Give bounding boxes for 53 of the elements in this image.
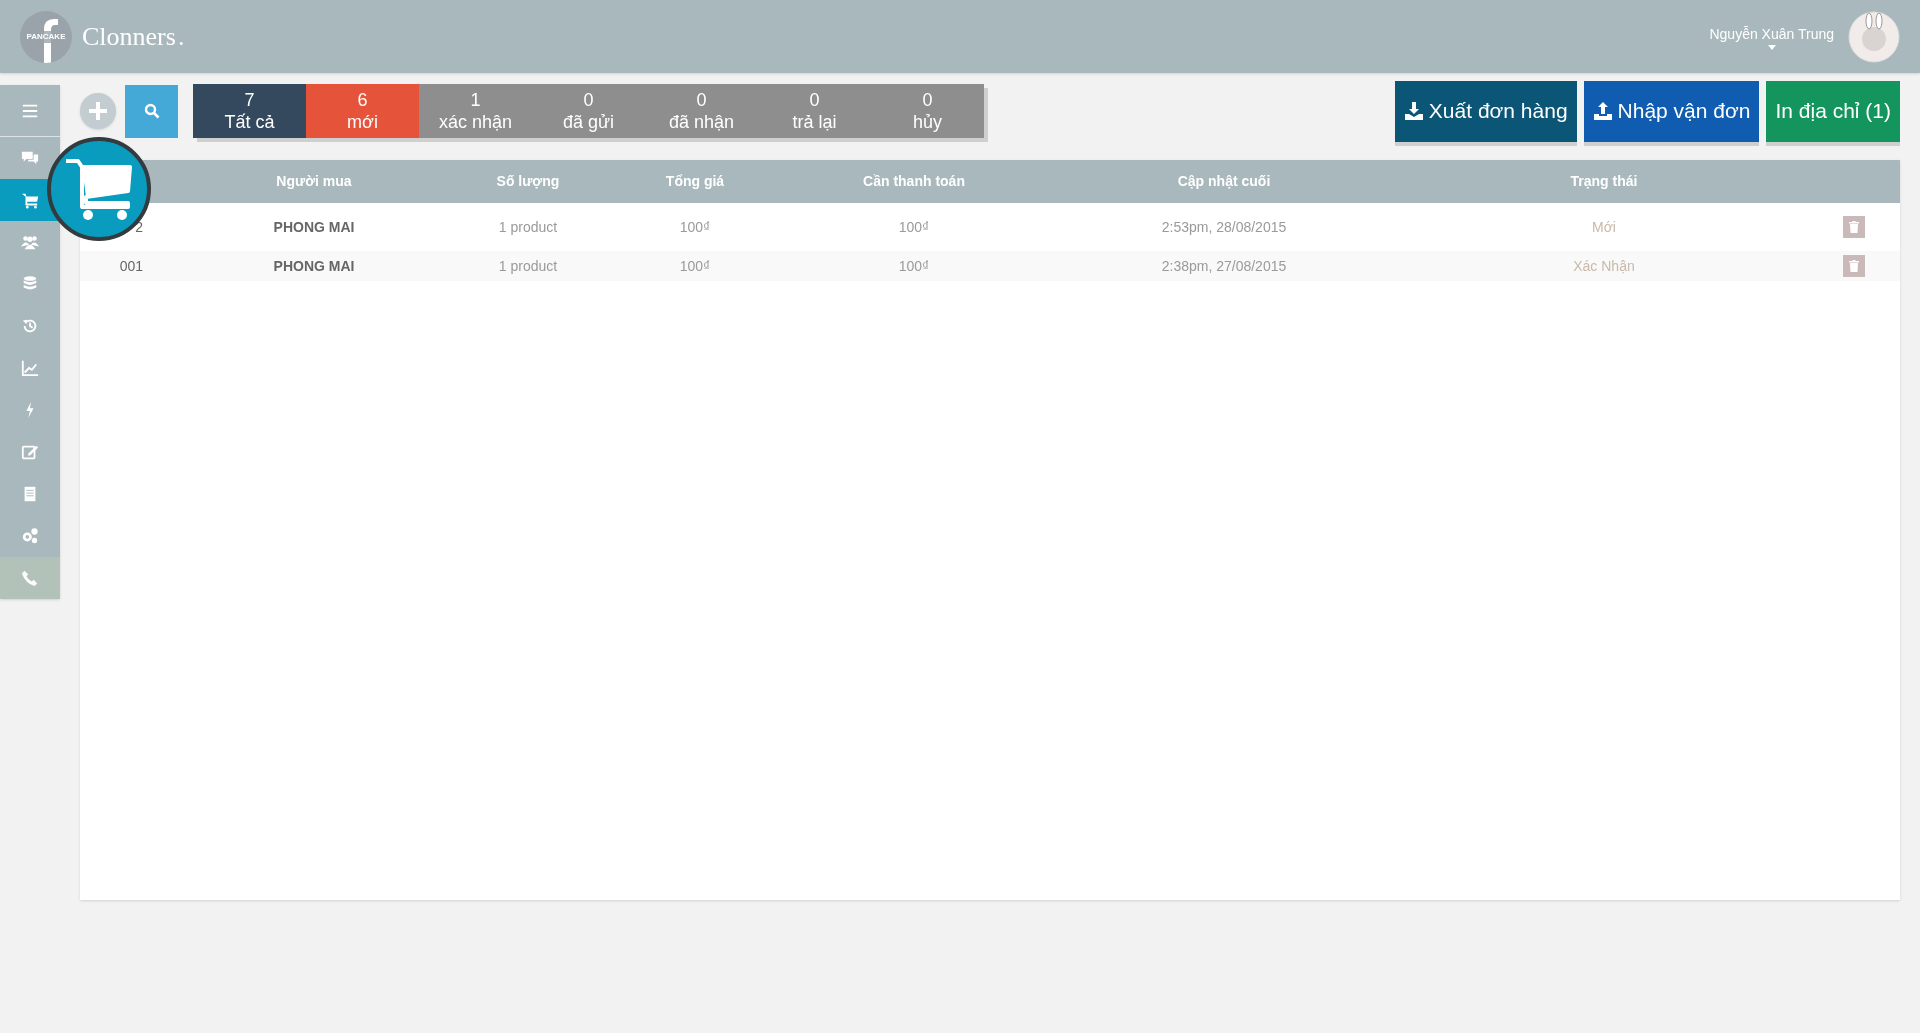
order-status: Mới [1592,217,1616,237]
gears-icon [21,527,39,545]
column-header[interactable]: Người mua [182,171,446,192]
total-price: 100₫ [679,217,711,237]
column-header[interactable]: Trạng thái [1400,171,1808,192]
status-filter-tab[interactable]: 0 trả lại [758,84,871,138]
order-status: Xác Nhận [1573,256,1635,276]
history-icon [21,317,39,335]
delete-button[interactable] [1843,255,1865,277]
brand-name: Clonners [82,21,176,53]
edit-icon [21,443,39,461]
updated-time: 2:53pm, 28/08/2015 [1161,217,1287,237]
user-menu[interactable]: Nguyễn Xuân Trung [1709,23,1834,50]
buyer-name: PHONG MAI [273,217,355,237]
search-icon [143,103,160,119]
status-filter-tab[interactable]: 6 mới [306,84,419,138]
status-filter-tab[interactable]: 1 xác nhận [419,84,532,138]
column-header[interactable]: Cần thanh toán [780,171,1048,192]
column-header[interactable]: Tổng giá [610,171,780,192]
total-price: 100₫ [679,256,711,276]
status-filter-tab[interactable]: 0 đã gửi [532,84,645,138]
cart-icon [21,191,39,209]
avatar[interactable] [1848,10,1900,63]
status-filter-tab[interactable]: 0 đã nhận [645,84,758,138]
cart-icon [64,157,134,221]
quantity: 1 product [498,217,558,237]
table-row[interactable]: 001 PHONG MAI 1 product 100₫ 100₫ 2:38pm, 27/08/2015 Xác Nhận [80,251,1900,281]
logo[interactable]: PANCAKE [20,10,72,63]
plus-icon [89,102,107,120]
upload-icon [1592,101,1613,121]
status-filter-tab[interactable]: 0 hủy [871,84,984,138]
caret-icon [1767,44,1776,50]
trash-icon [1849,260,1859,272]
delete-button[interactable] [1843,216,1865,238]
column-header[interactable]: Cập nhật cuối [1048,171,1400,192]
column-header[interactable]: Số lượng [446,171,610,192]
buyer-name: PHONG MAI [273,256,355,276]
sidebar-item[interactable] [0,137,60,179]
users-icon [21,233,39,251]
updated-time: 2:38pm, 27/08/2015 [1161,256,1287,276]
trash-icon [1849,221,1859,233]
status-filter-tab[interactable]: 7 Tất cả [193,84,306,138]
order-id: 001 [119,256,143,276]
add-button[interactable] [80,93,116,129]
logo-text: PANCAKE [26,30,66,43]
quantity: 1 product [498,256,558,276]
brand-dot: . [177,21,185,53]
amount-due: 100₫ [898,217,930,237]
amount-due: 100₫ [898,256,930,276]
chart-icon [21,359,39,377]
search-button[interactable] [125,84,178,138]
phone-icon [21,569,39,587]
download-icon [1403,101,1424,121]
